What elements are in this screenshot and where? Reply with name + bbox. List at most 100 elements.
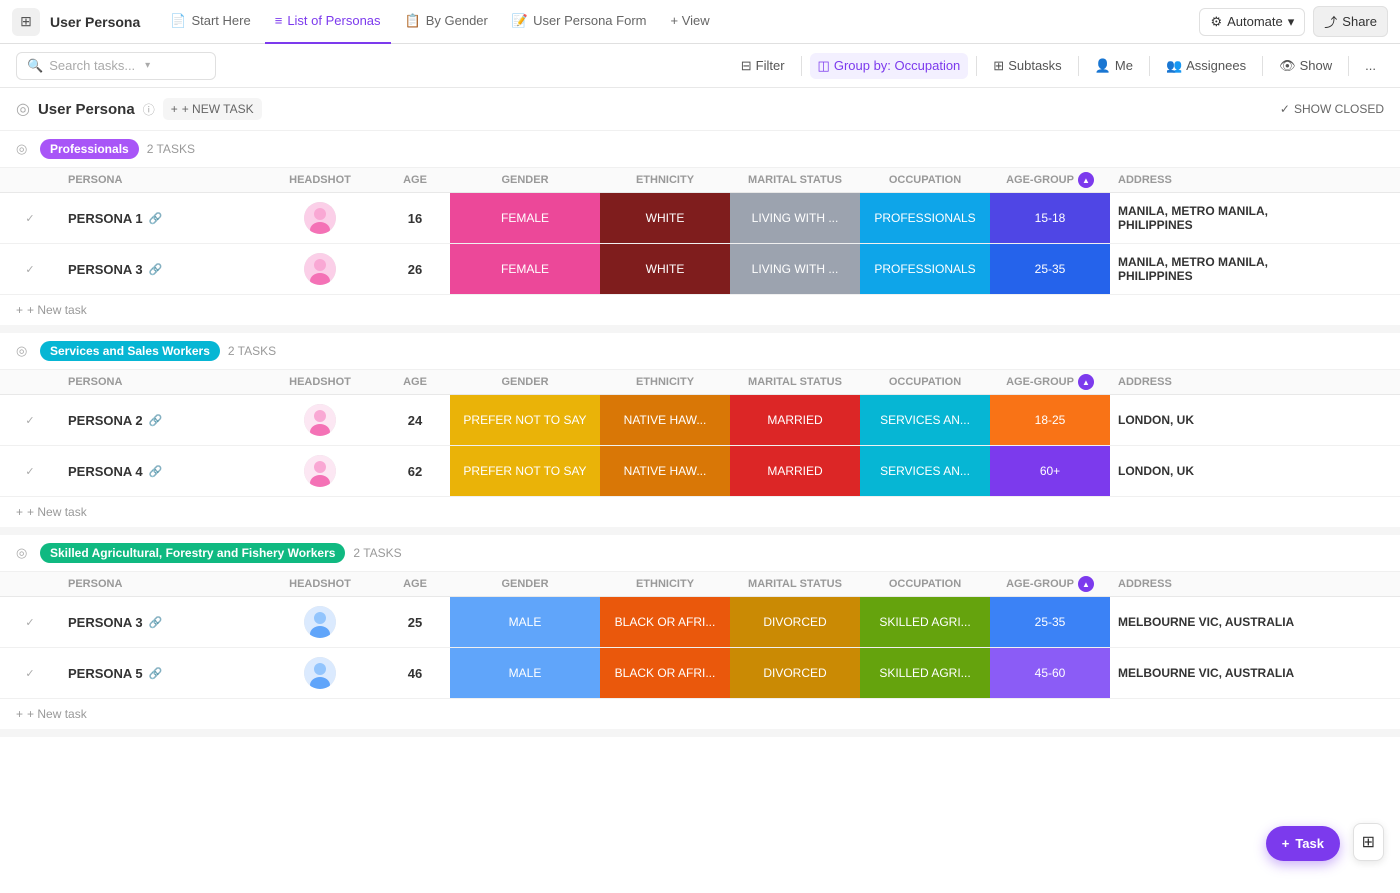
link-icon[interactable]: 🔗 <box>149 465 163 478</box>
toolbar-divider-6 <box>1348 56 1349 76</box>
toolbar-divider-2 <box>976 56 977 76</box>
row-address: London, UK <box>1110 413 1330 427</box>
row-check[interactable]: ✓ <box>0 263 60 276</box>
grid-icon: ⊞ <box>1362 832 1375 852</box>
table-row: ✓ Persona 4 🔗 62 Prefer not to say Nativ… <box>0 446 1400 497</box>
tab-by-gender[interactable]: 📋 By Gender <box>395 0 498 44</box>
persona-name[interactable]: Persona 3 <box>68 262 143 277</box>
persona-name[interactable]: Persona 5 <box>68 666 143 681</box>
page-title: User Persona <box>38 101 135 118</box>
row-gender: Female <box>450 244 600 294</box>
app-icon: ⊞ <box>12 8 40 36</box>
filter-button[interactable]: ⊟ Filter <box>733 53 793 79</box>
col-age-group-header: AGE-GROUP ▲ <box>990 576 1110 592</box>
group-icon: ◫ <box>818 58 830 74</box>
group-toggle-icon[interactable]: ◎ <box>16 141 32 157</box>
link-icon[interactable]: 🔗 <box>149 616 163 629</box>
row-marital: Married <box>730 395 860 445</box>
grid-view-button[interactable]: ⊞ <box>1353 823 1384 861</box>
persona-name[interactable]: Persona 3 <box>68 615 143 630</box>
group-toggle-icon[interactable]: ◎ <box>16 343 32 359</box>
tab-start-here-icon: 📄 <box>170 13 186 29</box>
row-age-group: 60+ <box>990 446 1110 496</box>
show-closed-button[interactable]: ✓ SHOW CLOSED <box>1280 102 1384 116</box>
row-headshot <box>260 404 380 436</box>
persona-name[interactable]: Persona 4 <box>68 464 143 479</box>
link-icon[interactable]: 🔗 <box>149 667 163 680</box>
row-headshot <box>260 455 380 487</box>
link-icon[interactable]: 🔗 <box>149 414 163 427</box>
page-info-icon[interactable]: ⓘ <box>143 101 155 118</box>
tab-start-here[interactable]: 📄 Start Here <box>160 0 260 44</box>
share-button[interactable]: ⤴ Share <box>1313 6 1388 37</box>
avatar <box>304 202 336 234</box>
page-header: ◎ User Persona ⓘ + + NEW TASK ✓ SHOW CLO… <box>0 88 1400 131</box>
new-task-row[interactable]: ++ New task <box>0 497 1400 527</box>
tab-by-gender-label: By Gender <box>426 13 488 28</box>
persona-name[interactable]: Persona 1 <box>68 211 143 226</box>
table-row: ✓ Persona 5 🔗 46 Male Black or Afri... D… <box>0 648 1400 699</box>
col-occupation-header: OCCUPATION <box>860 174 990 186</box>
subtasks-button[interactable]: ⊞ Subtasks <box>985 53 1069 79</box>
link-icon[interactable]: 🔗 <box>149 212 163 225</box>
plus-icon: + <box>16 707 23 721</box>
row-name-cell: Persona 4 🔗 <box>60 464 260 479</box>
plus-icon: + <box>171 102 178 116</box>
tab-user-persona-form[interactable]: 📝 User Persona Form <box>502 0 657 44</box>
toolbar-divider-3 <box>1078 56 1079 76</box>
automate-button[interactable]: ⚙ Automate ▾ <box>1199 8 1305 36</box>
row-address: Melbourne VIC, Australia <box>1110 666 1330 680</box>
new-task-button[interactable]: + + NEW TASK <box>163 98 262 120</box>
new-task-label: + New task <box>27 303 87 317</box>
toolbar: 🔍 Search tasks... ▾ ⊟ Filter ◫ Group by:… <box>0 44 1400 88</box>
page-toggle-icon[interactable]: ◎ <box>16 99 30 119</box>
assignees-icon: 👥 <box>1166 58 1182 74</box>
group-toggle-icon[interactable]: ◎ <box>16 545 32 561</box>
row-name-cell: Persona 3 🔗 <box>60 615 260 630</box>
row-gender: Prefer not to say <box>450 446 600 496</box>
persona-name[interactable]: Persona 2 <box>68 413 143 428</box>
show-button[interactable]: 👁 Show <box>1271 53 1340 79</box>
row-check[interactable]: ✓ <box>0 465 60 478</box>
table-row: ✓ Persona 1 🔗 16 Female White Living wit… <box>0 193 1400 244</box>
new-task-row[interactable]: ++ New task <box>0 295 1400 325</box>
row-headshot <box>260 606 380 638</box>
row-age: 26 <box>380 262 450 277</box>
col-ethnicity-header: ETHNICITY <box>600 174 730 186</box>
toolbar-divider-1 <box>801 56 802 76</box>
col-name-header: Persona <box>60 174 260 186</box>
assignees-button[interactable]: 👥 Assignees <box>1158 53 1254 79</box>
col-occupation-header: OCCUPATION <box>860 578 990 590</box>
task-fab-button[interactable]: + Task <box>1266 826 1340 861</box>
row-check[interactable]: ✓ <box>0 616 60 629</box>
row-marital: Divorced <box>730 648 860 698</box>
row-check[interactable]: ✓ <box>0 414 60 427</box>
me-button[interactable]: 👤 Me <box>1087 53 1141 79</box>
row-headshot <box>260 657 380 689</box>
row-name-cell: Persona 5 🔗 <box>60 666 260 681</box>
col-age-group-header: AGE-GROUP ▲ <box>990 172 1110 188</box>
col-gender-header: GENDER <box>450 376 600 388</box>
row-check[interactable]: ✓ <box>0 667 60 680</box>
row-check[interactable]: ✓ <box>0 212 60 225</box>
col-age-group-header: AGE-GROUP ▲ <box>990 374 1110 390</box>
sort-icon: ▲ <box>1078 374 1094 390</box>
tab-list-of-personas[interactable]: ≡ List of Personas <box>265 0 391 44</box>
row-occupation: Professionals <box>860 193 990 243</box>
more-button[interactable]: ... <box>1357 53 1384 78</box>
row-marital: Living with ... <box>730 244 860 294</box>
new-task-row[interactable]: ++ New task <box>0 699 1400 729</box>
col-age-header: AGE <box>380 376 450 388</box>
tab-add-view[interactable]: + View <box>660 0 719 44</box>
avatar <box>304 606 336 638</box>
link-icon[interactable]: 🔗 <box>149 263 163 276</box>
row-occupation: Services an... <box>860 446 990 496</box>
row-age: 62 <box>380 464 450 479</box>
row-ethnicity: Native Haw... <box>600 446 730 496</box>
row-age-group: 25-35 <box>990 244 1110 294</box>
tab-form-label: User Persona Form <box>533 13 646 28</box>
search-box[interactable]: 🔍 Search tasks... ▾ <box>16 52 216 80</box>
group-by-button[interactable]: ◫ Group by: Occupation <box>810 53 969 79</box>
group-skilled-agri: ◎ Skilled Agricultural, Forestry and Fis… <box>0 535 1400 737</box>
row-gender: Female <box>450 193 600 243</box>
